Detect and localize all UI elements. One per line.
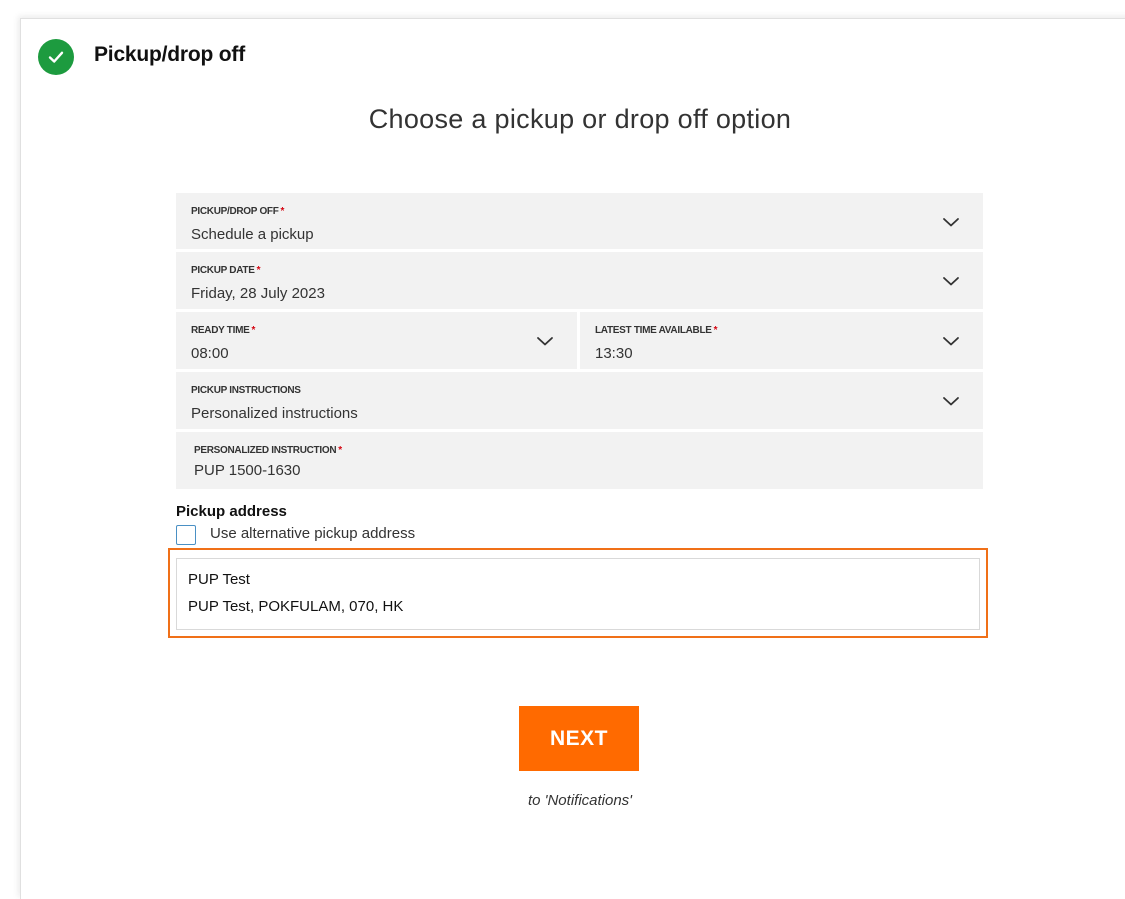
chevron-down-icon	[537, 337, 553, 346]
pickup-instructions-label: PICKUP INSTRUCTIONS	[191, 385, 301, 396]
pickup-drop-off-value: Schedule a pickup	[191, 226, 314, 243]
personalized-instruction-label: PERSONALIZED INSTRUCTION *	[194, 445, 342, 456]
next-step-hint: to 'Notifications'	[527, 792, 633, 809]
pickup-address-highlight: PUP Test PUP Test, POKFULAM, 070, HK	[168, 548, 988, 638]
pickup-drop-off-label: PICKUP/DROP OFF *	[191, 206, 285, 217]
check-icon	[48, 51, 64, 63]
chevron-down-icon	[943, 397, 959, 406]
pickup-drop-off-select[interactable]: PICKUP/DROP OFF * Schedule a pickup	[176, 193, 983, 249]
ready-time-label: READY TIME *	[191, 325, 256, 336]
chevron-down-icon	[943, 277, 959, 286]
personalized-instruction-input[interactable]: PERSONALIZED INSTRUCTION * PUP 1500-1630	[176, 432, 983, 489]
chevron-down-icon	[943, 337, 959, 346]
pickup-instructions-value: Personalized instructions	[191, 405, 358, 422]
pickup-address-box: PUP Test PUP Test, POKFULAM, 070, HK	[176, 558, 980, 630]
pickup-address-label: Pickup address	[176, 503, 287, 520]
personalized-instruction-value: PUP 1500-1630	[194, 462, 301, 479]
latest-time-select[interactable]: LATEST TIME AVAILABLE * 13:30	[580, 312, 983, 369]
latest-time-value: 13:30	[595, 345, 633, 362]
pickup-address-name: PUP Test	[188, 571, 250, 588]
next-button[interactable]: NEXT	[519, 706, 639, 771]
ready-time-select[interactable]: READY TIME * 08:00	[176, 312, 577, 369]
pickup-instructions-select[interactable]: PICKUP INSTRUCTIONS Personalized instruc…	[176, 372, 983, 429]
pickup-date-label: PICKUP DATE *	[191, 265, 261, 276]
pickup-address-details: PUP Test, POKFULAM, 070, HK	[188, 598, 404, 615]
alternative-address-checkbox[interactable]	[176, 525, 196, 545]
step-title: Pickup/drop off	[94, 43, 245, 66]
chevron-down-icon	[943, 218, 959, 227]
alternative-address-checkbox-label[interactable]: Use alternative pickup address	[210, 525, 415, 542]
pickup-date-value: Friday, 28 July 2023	[191, 285, 325, 302]
step-complete-check-icon	[38, 39, 74, 75]
ready-time-value: 08:00	[191, 345, 229, 362]
pickup-date-select[interactable]: PICKUP DATE * Friday, 28 July 2023	[176, 252, 983, 309]
latest-time-label: LATEST TIME AVAILABLE *	[595, 325, 718, 336]
section-heading: Choose a pickup or drop off option	[368, 104, 792, 134]
